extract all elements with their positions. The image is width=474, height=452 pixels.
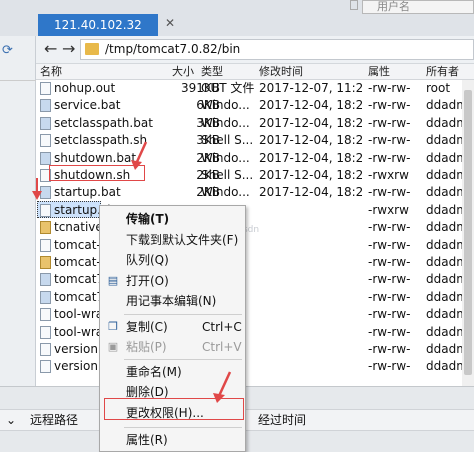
file-type: Windo... bbox=[201, 185, 250, 200]
file-modified: 2017-12-04, 18:21 bbox=[259, 133, 362, 148]
file-icon bbox=[40, 308, 51, 322]
column-permissions[interactable]: 属性 bbox=[368, 64, 390, 79]
menu-item-copy[interactable]: ❐ 复制(C) Ctrl+C bbox=[100, 318, 245, 336]
vertical-scrollbar[interactable] bbox=[462, 80, 474, 386]
column-type[interactable]: 类型 bbox=[201, 64, 223, 79]
refresh-icon[interactable]: ⟳ bbox=[2, 42, 32, 60]
file-icon bbox=[40, 325, 51, 339]
script-file-icon bbox=[40, 116, 51, 130]
file-icon bbox=[40, 82, 51, 95]
local-column-header bbox=[0, 66, 36, 81]
annotation-arrow-icon bbox=[213, 371, 232, 403]
path-text: /tmp/tomcat7.0.82/bin bbox=[105, 42, 241, 56]
session-tab[interactable]: 121.40.102.32 bbox=[38, 14, 158, 36]
forward-arrow-icon[interactable]: → bbox=[62, 39, 80, 59]
menu-item-properties[interactable]: 属性(R) bbox=[100, 431, 245, 449]
close-icon[interactable]: ✕ bbox=[162, 16, 178, 34]
folder-icon bbox=[85, 43, 99, 55]
path-input[interactable]: /tmp/tomcat7.0.82/bin bbox=[80, 39, 474, 60]
script-file-icon bbox=[40, 151, 51, 165]
column-name[interactable]: 名称 bbox=[40, 64, 62, 79]
copy-icon: ❐ bbox=[108, 320, 118, 333]
file-permissions: -rw-rw- bbox=[368, 359, 411, 374]
column-elapsed-time[interactable]: 经过时间 bbox=[258, 413, 306, 427]
file-icon bbox=[40, 360, 51, 374]
script-file-icon bbox=[40, 273, 51, 287]
file-icon bbox=[40, 343, 51, 356]
username-input[interactable]: 用户名 bbox=[362, 0, 474, 14]
table-row[interactable]: setclasspath.sh 3KB Shell S... 2017-12-04, … bbox=[36, 132, 474, 149]
file-permissions: -rw-rw- bbox=[368, 272, 411, 287]
menu-item-open[interactable]: ▤ 打开(O) bbox=[100, 272, 245, 290]
file-permissions: -rw-rw- bbox=[368, 220, 411, 235]
menu-separator bbox=[124, 427, 242, 428]
file-modified: 2017-12-04, 18:21 bbox=[259, 115, 362, 130]
file-icon bbox=[40, 238, 51, 252]
file-permissions: -rw-rw- bbox=[368, 98, 411, 113]
table-row[interactable]: service.bat 6KB Windo... 2017-12-04, 18:21-… bbox=[36, 97, 474, 114]
back-arrow-icon[interactable]: ← bbox=[44, 39, 62, 59]
column-remote-path[interactable]: 远程路径 bbox=[30, 413, 78, 427]
script-file-icon bbox=[40, 99, 51, 113]
table-row[interactable]: startup.bat 2KB Windo... 2017-12-04, 18:21-… bbox=[36, 184, 474, 201]
file-modified: 2017-12-07, 11:20 bbox=[259, 81, 362, 95]
file-permissions: -rw-rw- bbox=[368, 115, 411, 130]
file-permissions: -rw-rw- bbox=[368, 289, 411, 304]
file-type: Shell S... bbox=[201, 133, 254, 148]
file-modified: 2017-12-04, 18:21 bbox=[259, 168, 362, 182]
open-icon: ▤ bbox=[107, 274, 119, 287]
menu-item-transfer[interactable]: 传输(T) bbox=[100, 210, 245, 228]
scrollbar-thumb[interactable] bbox=[464, 90, 472, 375]
annotation-arrow-icon bbox=[131, 141, 148, 170]
file-modified: 2017-12-04, 18:21 bbox=[259, 185, 362, 200]
remote-nav-bar: ← → /tmp/tomcat7.0.82/bin bbox=[36, 36, 474, 64]
local-pane-edge: ⟳ bbox=[0, 36, 36, 386]
file-permissions: -rw-rw- bbox=[368, 150, 411, 165]
column-size[interactable]: 大小 bbox=[172, 64, 194, 79]
file-permissions: -rw-rw- bbox=[368, 255, 411, 269]
table-row[interactable]: nohup.out 391KB OUT 文件 2017-12-07, 11:20 -rw… bbox=[36, 80, 474, 97]
paste-icon: ▣ bbox=[107, 340, 119, 353]
menu-item-edit-notepad[interactable]: 用记事本编辑(N) bbox=[100, 292, 245, 310]
session-tab-label: 121.40.102.32 bbox=[54, 18, 142, 32]
file-type: Windo... bbox=[201, 150, 250, 165]
library-file-icon bbox=[40, 256, 51, 269]
file-icon bbox=[40, 134, 51, 148]
menu-item-download-default[interactable]: 下载到默认文件夹(F) bbox=[100, 231, 245, 249]
script-file-icon bbox=[40, 290, 51, 304]
file-permissions: -rwxrw bbox=[368, 202, 409, 217]
menu-item-paste[interactable]: ▣ 粘贴(P) Ctrl+V bbox=[100, 338, 245, 356]
library-file-icon bbox=[40, 221, 51, 235]
file-permissions: -rw-rw- bbox=[368, 342, 411, 356]
file-modified: 2017-12-04, 18:21 bbox=[259, 150, 362, 165]
file-type: Shell S... bbox=[201, 168, 254, 182]
file-modified: 2017-12-04, 18:21 bbox=[259, 98, 362, 113]
file-type: OUT 文件 bbox=[201, 81, 255, 95]
file-permissions: -rw-rw- bbox=[368, 81, 411, 95]
file-permissions: -rw-rw- bbox=[368, 324, 411, 339]
menu-item-queue[interactable]: 队列(Q) bbox=[100, 251, 245, 269]
menu-separator bbox=[124, 359, 242, 360]
file-permissions: -rw-rw- bbox=[368, 133, 411, 148]
file-permissions: -rw-rw- bbox=[368, 307, 411, 322]
collapse-icon[interactable]: ⌄ bbox=[6, 413, 16, 427]
file-permissions: -rwxrw bbox=[368, 168, 409, 182]
file-permissions: -rw-rw- bbox=[368, 185, 411, 200]
file-icon bbox=[40, 203, 51, 217]
column-owner[interactable]: 所有者 bbox=[426, 64, 459, 79]
file-list-header: 名称 大小 类型 修改时间 属性 所有者 bbox=[36, 64, 474, 80]
file-type: Windo... bbox=[201, 115, 250, 130]
annotation-arrow-icon bbox=[32, 178, 42, 200]
menu-separator bbox=[124, 314, 242, 315]
column-modified[interactable]: 修改时间 bbox=[259, 64, 303, 79]
file-type: Windo... bbox=[201, 98, 250, 113]
table-row[interactable]: setclasspath.bat 3KB Windo... 2017-12-04, 1… bbox=[36, 115, 474, 132]
window-control-icon[interactable] bbox=[350, 0, 358, 10]
file-permissions: -rw-rw- bbox=[368, 237, 411, 252]
session-tab-bar: 121.40.102.32 ✕ 用户名 bbox=[0, 0, 474, 36]
